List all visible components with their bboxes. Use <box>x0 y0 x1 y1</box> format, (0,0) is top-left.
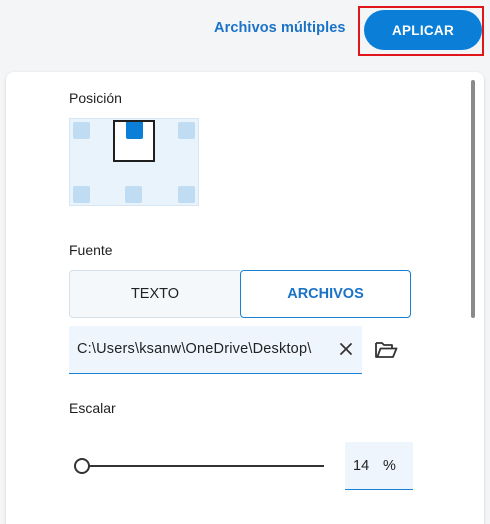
position-bottom-right[interactable] <box>178 186 195 203</box>
close-icon[interactable] <box>337 340 355 358</box>
scale-input[interactable]: 14 % <box>345 442 413 490</box>
multiple-files-link[interactable]: Archivos múltiples <box>214 20 346 36</box>
folder-open-icon[interactable] <box>374 340 398 360</box>
position-label: Posición <box>69 90 122 106</box>
toolbar: Archivos múltiples APLICAR <box>0 0 490 64</box>
selected-position-marker <box>126 122 143 139</box>
scale-value[interactable]: 14 <box>353 458 369 474</box>
position-top-right[interactable] <box>178 122 195 139</box>
position-top-left[interactable] <box>73 122 90 139</box>
scale-label: Escalar <box>69 400 116 416</box>
file-path-value[interactable]: C:\Users\ksanw\OneDrive\Desktop\ <box>77 341 321 357</box>
position-bottom-center[interactable] <box>125 186 142 203</box>
position-bottom-left[interactable] <box>73 186 90 203</box>
file-path-field[interactable]: C:\Users\ksanw\OneDrive\Desktop\ <box>69 326 362 374</box>
position-top-center-selected[interactable] <box>113 120 155 162</box>
scale-slider-track[interactable] <box>82 465 324 467</box>
text-source-button[interactable]: TEXTO <box>69 270 240 318</box>
source-label: Fuente <box>69 242 113 258</box>
scale-unit: % <box>383 458 396 474</box>
source-toggle: TEXTO ARCHIVOS <box>69 270 411 318</box>
files-source-button[interactable]: ARCHIVOS <box>240 270 411 318</box>
apply-button[interactable]: APLICAR <box>364 10 482 50</box>
panel-scrollbar[interactable] <box>471 80 475 318</box>
scale-slider-thumb[interactable] <box>74 458 90 474</box>
